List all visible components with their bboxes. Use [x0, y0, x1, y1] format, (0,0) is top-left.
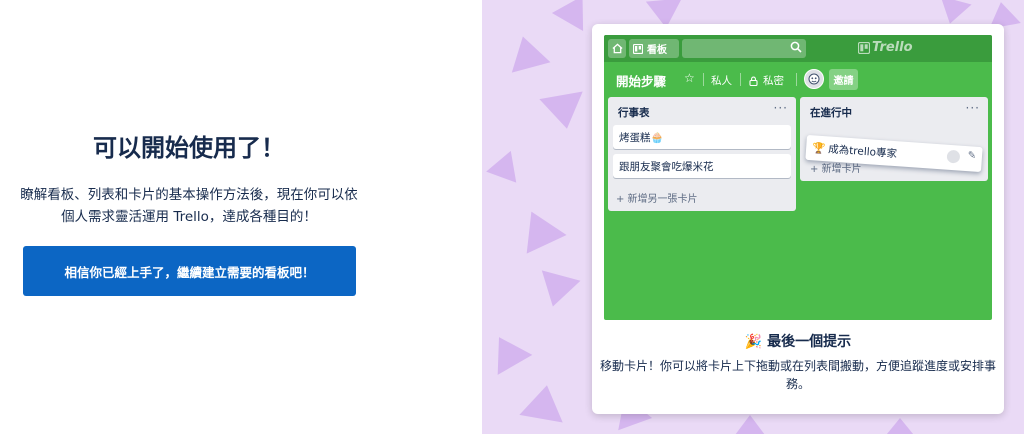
tip-title: 🎉 最後一個提示 [592, 331, 1004, 351]
more-icon[interactable]: ··· [774, 101, 788, 115]
avatar[interactable] [804, 69, 824, 89]
triangle-decoration [533, 270, 581, 312]
boards-label: 看板 [647, 45, 667, 56]
divider [703, 73, 704, 86]
triangle-decoration [482, 327, 533, 375]
boards-icon [633, 43, 643, 54]
triangle-decoration [486, 145, 526, 183]
board-topbar: 看板 Trello [604, 35, 992, 62]
intro-description: 瞭解看板、列表和卡片的基本操作方法後，現在你可以依個人需求靈活運用 Trello… [20, 187, 358, 225]
party-popper-icon: 🎉 [744, 334, 763, 350]
triangle-decoration [519, 381, 569, 423]
home-icon[interactable] [608, 39, 626, 58]
intro-pane: 可以開始使用了！ 瞭解看板、列表和卡片的基本操作方法後，現在你可以依個人需求靈活… [0, 0, 482, 434]
list-card[interactable]: 烤蛋糕🧁 [613, 125, 791, 149]
page-title: 可以開始使用了！ [93, 134, 285, 162]
lock-icon [749, 76, 758, 86]
avatar-icon [808, 73, 820, 85]
tip-text: 移動卡片！你可以將卡片上下拖動或在列表間搬動，方便追蹤進度或安排事務。 [600, 359, 997, 391]
divider [740, 73, 741, 86]
avatar [946, 149, 961, 164]
trello-logo-text: Trello [872, 40, 913, 55]
invite-button[interactable]: 邀請 [829, 69, 858, 90]
star-icon[interactable]: ☆ [684, 71, 695, 85]
board-title[interactable]: 開始步驟 [616, 71, 666, 90]
visibility-label[interactable]: 私人 [711, 73, 732, 88]
tip-title-text: 最後一個提示 [767, 334, 852, 350]
pencil-icon[interactable]: ✎ [967, 150, 976, 162]
privacy-button[interactable]: 私密 [749, 73, 784, 88]
boards-button[interactable]: 看板 [629, 39, 679, 58]
board-preview: 看板 Trello 開始步驟 ☆ 私人 私密 邀請 行事表 ··· 烤蛋糕🧁 跟… [604, 35, 992, 320]
trello-logo: Trello [858, 40, 913, 55]
list-title[interactable]: 在進行中 [810, 105, 852, 120]
list-title[interactable]: 行事表 [618, 105, 650, 120]
divider [796, 73, 797, 86]
privacy-label: 私密 [763, 75, 784, 87]
add-card-button[interactable]: + 新增另一張卡片 [616, 190, 698, 205]
trello-logo-icon [858, 41, 870, 54]
triangle-decoration [732, 415, 768, 434]
list-schedule: 行事表 ··· 烤蛋糕🧁 跟朋友聚會吃爆米花 + 新增另一張卡片 [608, 97, 796, 211]
triangle-decoration [882, 418, 918, 434]
dragging-card-title: 成為trello專家 [827, 143, 898, 161]
more-icon[interactable]: ··· [966, 101, 980, 115]
triangle-decoration [511, 202, 567, 254]
triangle-decoration [503, 31, 551, 73]
list-card[interactable]: 跟朋友聚會吃爆米花 [613, 154, 791, 178]
search-icon [790, 41, 802, 53]
triangle-decoration [551, 0, 599, 31]
search-input[interactable] [682, 39, 806, 58]
triangle-decoration [539, 91, 589, 133]
trophy-icon: 🏆 [811, 142, 826, 156]
board-header: 開始步驟 ☆ 私人 私密 邀請 [604, 62, 992, 96]
create-board-button[interactable]: 相信你已經上手了，繼續建立需要的看板吧！ [23, 246, 356, 296]
